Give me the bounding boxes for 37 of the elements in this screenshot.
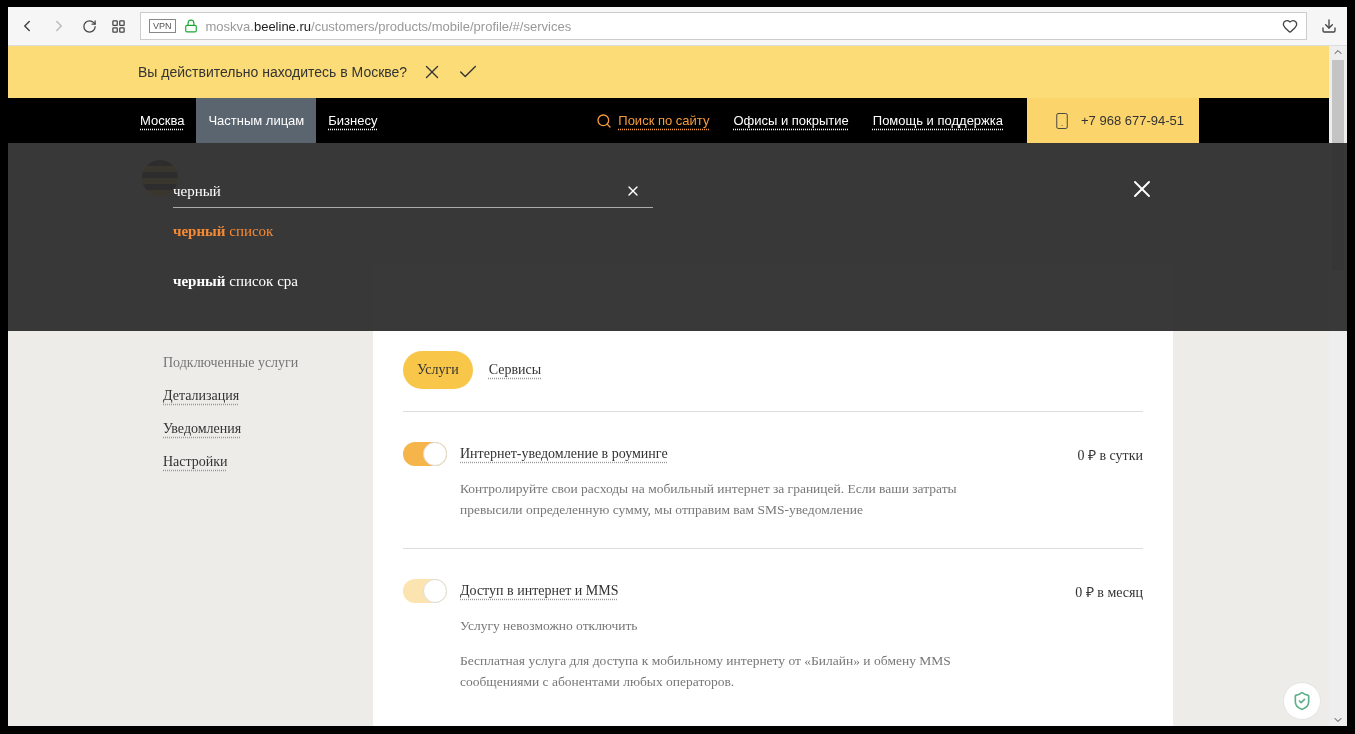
search-suggestion[interactable]: черный список сра <box>173 273 298 290</box>
vpn-badge[interactable]: VPN <box>149 19 176 33</box>
phone-number: +7 968 677-94-51 <box>1081 113 1184 128</box>
service-description: Контролируйте свои расходы на мобильный интернет за границей. Если ваши затраты превысили определенную сумму, мы отправим вам SMS-уведомление <box>460 480 958 519</box>
sidebar-item[interactable]: Настройки <box>163 454 228 470</box>
search-link[interactable]: Поиск по сайту <box>584 98 722 143</box>
location-question: Вы действительно находитесь в Москве? <box>138 64 408 80</box>
shield-icon[interactable] <box>1283 682 1321 720</box>
download-icon[interactable] <box>1321 18 1337 34</box>
search-link-text: Поиск по сайту <box>618 113 710 128</box>
lock-icon <box>183 19 198 33</box>
nav-link[interactable]: Помощь и поддержка <box>860 98 1015 143</box>
sidebar-item[interactable]: Уведомления <box>163 421 242 437</box>
tab[interactable]: Сервисы <box>488 351 542 389</box>
service-price: 0 ₽ в сутки <box>1077 446 1143 464</box>
grid-icon[interactable] <box>111 18 126 34</box>
toggle-switch[interactable] <box>403 442 447 466</box>
segment-tab[interactable]: Бизнесу <box>316 98 390 143</box>
search-field[interactable]: черный <box>173 182 613 200</box>
address-bar[interactable]: VPN moskva.beeline.ru/customers/products/mobile/profile/#/services <box>140 12 1307 40</box>
phone-button[interactable]: +7 968 677-94-51 <box>1027 98 1199 143</box>
search-icon <box>596 112 613 129</box>
service-description: Услугу невозможно отключить <box>460 617 639 635</box>
sidebar-item[interactable]: Детализация <box>163 388 240 404</box>
segment-tab[interactable]: Частным лицам <box>196 98 317 143</box>
search-suggestion[interactable]: черный список <box>173 223 274 240</box>
service-price: 0 ₽ в месяц <box>1075 583 1143 601</box>
service-name[interactable]: Интернет-уведомление в роуминге <box>460 446 668 462</box>
city-link[interactable]: Москва <box>128 98 197 143</box>
phone-icon <box>1053 111 1071 130</box>
sidebar-item[interactable]: Подключенные услуги <box>163 355 299 371</box>
url-text: moskva.beeline.ru/customers/products/mobile/profile/#/services <box>205 18 572 34</box>
nav-link[interactable]: Офисы и покрытие <box>721 98 861 143</box>
reload-icon[interactable] <box>82 18 97 34</box>
service-description: Бесплатная услуга для доступа к мобильному интернету от «Билайн» и обмену MMS сообщениями с абонентами любых операторов. <box>460 652 952 691</box>
tab[interactable]: Услуги <box>403 351 473 389</box>
heart-icon[interactable] <box>1282 18 1298 34</box>
